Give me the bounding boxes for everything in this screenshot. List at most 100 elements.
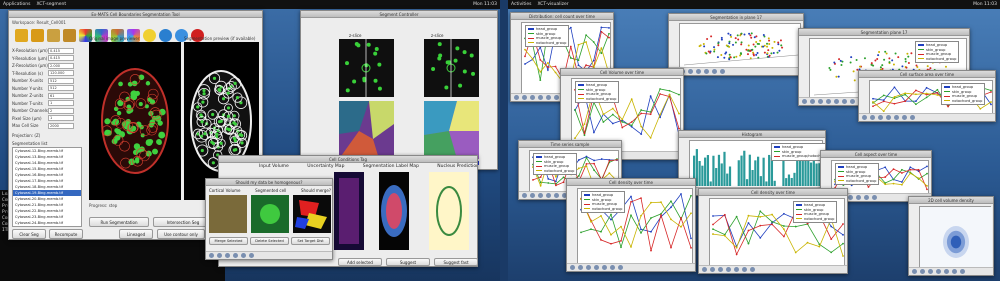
parameter-field[interactable]: 61 [48, 92, 74, 99]
merge-candidate-images[interactable] [209, 195, 331, 235]
dialog-action-button[interactable]: Suggest [386, 258, 430, 266]
use-contour-checkbox[interactable]: Use contour only [157, 229, 205, 239]
back-icon[interactable] [530, 193, 535, 198]
save-folder-icon[interactable] [47, 28, 60, 42]
forward-icon[interactable] [530, 95, 535, 100]
back-icon[interactable] [710, 267, 715, 272]
home-icon[interactable] [912, 269, 917, 274]
forward-icon[interactable] [718, 267, 723, 272]
parameter-field[interactable]: 2.000 [48, 62, 74, 69]
parameter-field[interactable]: 0.415 [48, 55, 74, 62]
recompute-button[interactable]: Recompute [49, 229, 83, 239]
save-icon[interactable] [850, 99, 855, 104]
plot-area[interactable] [679, 23, 801, 68]
back-icon[interactable] [870, 115, 875, 120]
pan-icon[interactable] [696, 69, 701, 74]
zoom-icon[interactable] [554, 193, 559, 198]
forward-icon[interactable] [928, 269, 933, 274]
activities-menu[interactable]: Activities [511, 2, 532, 7]
save-icon[interactable] [750, 267, 755, 272]
zoom-icon[interactable] [834, 99, 839, 104]
zoom-icon[interactable] [546, 95, 551, 100]
save-icon[interactable] [872, 195, 877, 200]
zoom-icon[interactable] [944, 269, 949, 274]
configure-icon[interactable] [712, 69, 717, 74]
clear-seg-button[interactable]: Clear Seg [12, 229, 46, 239]
parameter-field[interactable]: 512 [48, 77, 74, 84]
export-icon[interactable] [63, 28, 76, 42]
save-icon[interactable] [910, 115, 915, 120]
forward-icon[interactable] [818, 99, 823, 104]
configure-icon[interactable] [902, 115, 907, 120]
help-icon[interactable] [159, 28, 172, 42]
configure-icon[interactable] [610, 265, 615, 270]
pan-icon[interactable] [826, 99, 831, 104]
lineaged-checkbox[interactable]: Lineaged [119, 229, 153, 239]
dialog-small-button[interactable]: Merge Selected [209, 237, 248, 245]
home-icon[interactable] [862, 115, 867, 120]
forward-icon[interactable] [225, 253, 230, 258]
save-icon[interactable] [960, 269, 965, 274]
pan-icon[interactable] [886, 115, 891, 120]
original-image-preview[interactable] [89, 42, 181, 200]
home-icon[interactable] [570, 265, 575, 270]
applications-menu[interactable]: Applications [3, 2, 31, 7]
parameter-field[interactable]: 512 [48, 85, 74, 92]
dialog-small-button[interactable]: Set Target Dist [291, 237, 330, 245]
forward-icon[interactable] [586, 265, 591, 270]
dialog-small-button[interactable]: Delete Selected [250, 237, 289, 245]
parameter-field[interactable]: 2000 [48, 122, 74, 129]
configure-icon[interactable] [864, 195, 869, 200]
dialog-action-button[interactable]: Suggest fast [434, 258, 478, 266]
save-icon[interactable] [249, 253, 254, 258]
home-icon[interactable] [702, 267, 707, 272]
zoom-icon[interactable] [894, 115, 899, 120]
zoom-icon[interactable] [241, 253, 246, 258]
pan-icon[interactable] [233, 253, 238, 258]
pan-icon[interactable] [546, 193, 551, 198]
pan-icon[interactable] [936, 269, 941, 274]
zoom-icon[interactable] [856, 195, 861, 200]
parameter-field[interactable]: 2 [48, 107, 74, 114]
home-icon[interactable] [209, 253, 214, 258]
home-icon[interactable] [802, 99, 807, 104]
slice-comparison-grid[interactable] [339, 39, 498, 169]
intersection-seg-button[interactable]: Intersection Seg [153, 217, 213, 227]
list-item[interactable]: Cytoseal-24-Bing.memb.tif [13, 220, 81, 226]
segmentation-file-list[interactable]: Cytoseal-12-Bing.memb.tif Cytoseal-13-Bin… [12, 147, 82, 227]
configure-icon[interactable] [554, 95, 559, 100]
back-icon[interactable] [522, 95, 527, 100]
parameter-field[interactable]: 1 [48, 100, 74, 107]
back-icon[interactable] [810, 99, 815, 104]
configure-icon[interactable] [742, 267, 747, 272]
save-icon[interactable] [618, 265, 623, 270]
zoom-icon[interactable] [734, 267, 739, 272]
home-icon[interactable] [514, 95, 519, 100]
run-segmentation-button[interactable]: Run Segmentation [89, 217, 149, 227]
pan-icon[interactable] [538, 95, 543, 100]
parameter-field[interactable]: 0.415 [48, 47, 74, 54]
dialog-action-button[interactable]: Add selected [338, 258, 382, 266]
forward-icon[interactable] [688, 69, 693, 74]
pan-icon[interactable] [726, 267, 731, 272]
open-file-icon[interactable] [31, 28, 44, 42]
plot-area[interactable] [919, 206, 992, 269]
parameter-field[interactable]: 120.000 [48, 70, 74, 77]
pan-icon[interactable] [848, 195, 853, 200]
back-icon[interactable] [578, 265, 583, 270]
back-icon[interactable] [920, 269, 925, 274]
slice-nucleus [453, 58, 458, 63]
zoom-icon[interactable] [602, 265, 607, 270]
configure-icon[interactable] [842, 99, 847, 104]
save-icon[interactable] [720, 69, 725, 74]
zoom-icon[interactable] [704, 69, 709, 74]
forward-icon[interactable] [538, 193, 543, 198]
pan-icon[interactable] [594, 265, 599, 270]
open-folder-icon[interactable] [15, 28, 28, 42]
chat-icon[interactable] [143, 28, 156, 42]
forward-icon[interactable] [878, 115, 883, 120]
home-icon[interactable] [522, 193, 527, 198]
configure-icon[interactable] [952, 269, 957, 274]
back-icon[interactable] [217, 253, 222, 258]
parameter-field[interactable]: 1 [48, 115, 74, 122]
